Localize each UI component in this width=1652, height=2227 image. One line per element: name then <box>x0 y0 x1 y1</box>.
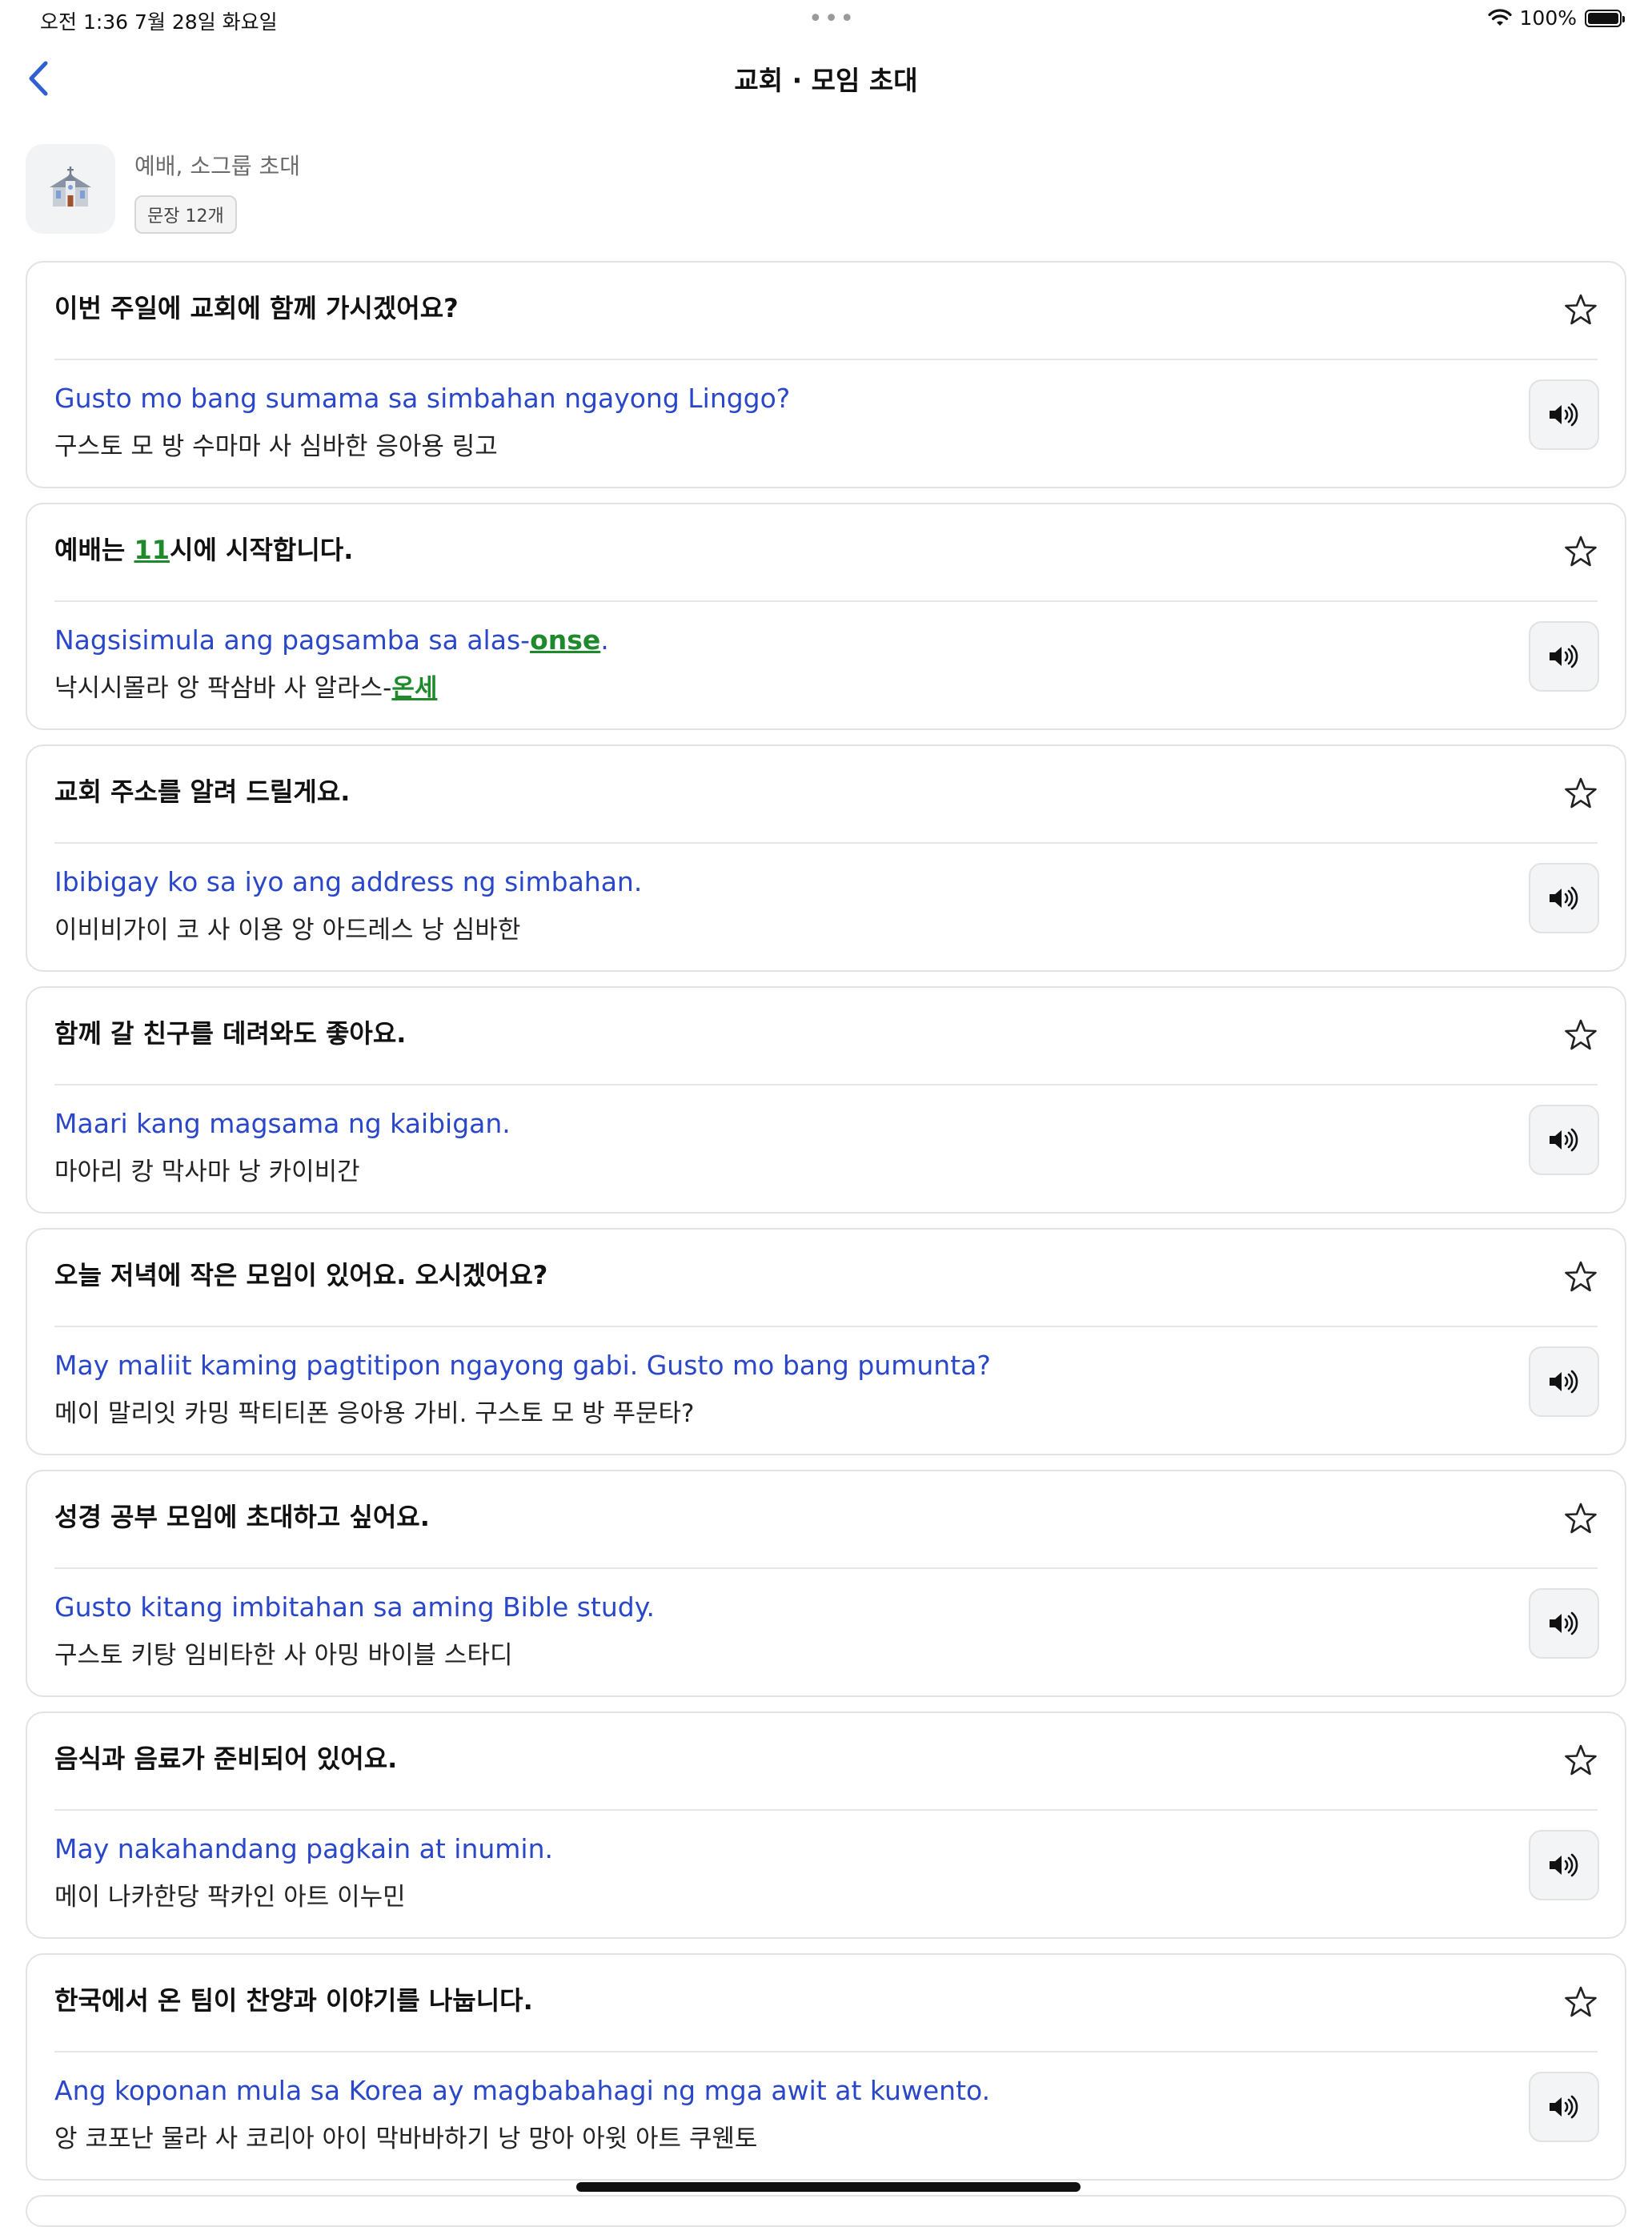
korean-text: 예배는 <box>54 535 134 565</box>
korean-sentence: 성경 공부 모임에 초대하고 싶어요. <box>54 1502 430 1532</box>
tagalog-sentence: Ibibigay ko sa iyo ang address ng simbah… <box>54 866 643 897</box>
highlighted-number: onse <box>530 624 601 656</box>
pronunciation-text: 마아리 캉 막사마 낭 카이비간 <box>54 1158 360 1186</box>
pronunciation-text: 이비비가이 코 사 이용 앙 아드레스 낭 심바한 <box>54 916 521 945</box>
phrase-card: 함께 갈 친구를 데려와도 좋아요. Maari kang magsama ng… <box>26 986 1626 1214</box>
phrase-card: 한국에서 온 팀이 찬양과 이야기를 나눕니다. Ang koponan mul… <box>26 1953 1626 2181</box>
favorite-star-button[interactable] <box>1564 1985 1598 2019</box>
pronunciation-part: 낙시시몰라 앙 팍삼바 사 알라스- <box>54 674 392 703</box>
tagalog-text: . <box>600 624 609 656</box>
star-icon <box>1565 1019 1597 1050</box>
phrase-card: 이번 주일에 교회에 함께 가시겠어요? Gusto mo bang sumam… <box>26 261 1626 488</box>
card-divider <box>54 1809 1598 1811</box>
card-divider <box>54 600 1598 602</box>
speaker-icon <box>1550 1611 1578 1635</box>
korean-sentence: 음식과 음료가 준비되어 있어요. <box>54 1743 398 1774</box>
speaker-icon <box>1550 644 1578 668</box>
page-title: 교회 · 모임 초대 <box>734 65 918 96</box>
favorite-star-button[interactable] <box>1564 776 1598 810</box>
play-audio-button[interactable] <box>1529 1105 1599 1175</box>
play-audio-button[interactable] <box>1529 379 1599 450</box>
korean-sentence: 한국에서 온 팀이 찬양과 이야기를 나눕니다. <box>54 1985 533 2016</box>
korean-sentence: 오늘 저녁에 작은 모임이 있어요. 오시겠어요? <box>54 1260 548 1290</box>
wifi-icon <box>1487 8 1512 26</box>
sentence-count-badge: 문장 12개 <box>134 195 237 234</box>
status-time-date: 오전 1:36 7월 28일 화요일 <box>40 10 278 34</box>
korean-sentence: 예배는 11시에 시작합니다. <box>54 530 353 567</box>
star-icon <box>1565 1503 1597 1534</box>
favorite-star-button[interactable] <box>1564 293 1598 327</box>
korean-sentence: 교회 주소를 알려 드릴게요. <box>54 776 351 807</box>
tagalog-sentence: Gusto kitang imbitahan sa aming Bible st… <box>54 1591 656 1623</box>
favorite-star-button[interactable] <box>1564 1260 1598 1294</box>
pronunciation-text: 메이 말리잇 카밍 팍티티폰 응아용 가비. 구스토 모 방 푸문타? <box>54 1399 695 1428</box>
speaker-icon <box>1550 886 1578 910</box>
phrase-card-partial <box>26 2195 1626 2227</box>
church-icon <box>26 144 115 234</box>
favorite-star-button[interactable] <box>1564 1502 1598 1535</box>
battery-percent: 100% <box>1519 6 1577 30</box>
card-divider <box>54 359 1598 360</box>
favorite-star-button[interactable] <box>1564 1743 1598 1777</box>
star-icon <box>1565 1744 1597 1776</box>
speaker-icon <box>1550 1128 1578 1152</box>
speaker-icon <box>1550 1370 1578 1394</box>
tagalog-sentence: Maari kang magsama ng kaibigan. <box>54 1108 511 1139</box>
phrase-card: 성경 공부 모임에 초대하고 싶어요. Gusto kitang imbitah… <box>26 1470 1626 1697</box>
status-indicators: 100% <box>1487 6 1625 30</box>
korean-sentence: 함께 갈 친구를 데려와도 좋아요. <box>54 1018 407 1049</box>
tagalog-sentence: May maliit kaming pagtitipon ngayong gab… <box>54 1350 991 1381</box>
pronunciation-text: 낙시시몰라 앙 팍삼바 사 알라스-온세 <box>54 668 437 704</box>
play-audio-button[interactable] <box>1529 621 1599 692</box>
card-divider <box>54 1084 1598 1085</box>
star-icon <box>1565 294 1597 325</box>
tagalog-sentence: May nakahandang pagkain at inumin. <box>54 1833 553 1864</box>
pronunciation-text: 메이 나카한당 팍카인 아트 이누민 <box>54 1883 406 1912</box>
home-indicator[interactable] <box>576 2182 1081 2192</box>
speaker-icon <box>1550 2095 1578 2119</box>
tagalog-text: Nagsisimula ang pagsamba sa alas- <box>54 624 531 656</box>
phrase-card: 오늘 저녁에 작은 모임이 있어요. 오시겠어요? May maliit kam… <box>26 1228 1626 1455</box>
multitasking-dots[interactable]: ••• <box>808 5 856 33</box>
phrase-card: 예배는 11시에 시작합니다. Nagsisimula ang pagsamba… <box>26 503 1626 730</box>
highlighted-number: 온세 <box>391 674 438 703</box>
pronunciation-text: 앙 코포난 물라 사 코리아 아이 막바바하기 낭 망아 아윗 아트 쿠웬토 <box>54 2125 758 2153</box>
favorite-star-button[interactable] <box>1564 1018 1598 1052</box>
category-description: 예배, 소그룹 초대 <box>134 153 301 179</box>
status-bar: 오전 1:36 7월 28일 화요일 ••• 100% <box>0 0 1652 38</box>
korean-text: 시에 시작합니다. <box>170 535 354 565</box>
play-audio-button[interactable] <box>1529 2072 1599 2142</box>
play-audio-button[interactable] <box>1529 863 1599 933</box>
card-divider <box>54 842 1598 844</box>
tagalog-sentence: Nagsisimula ang pagsamba sa alas-onse. <box>54 624 609 656</box>
phrase-card: 음식과 음료가 준비되어 있어요. May nakahandang pagkai… <box>26 1711 1626 1939</box>
speaker-icon <box>1550 403 1578 427</box>
star-icon <box>1565 536 1597 567</box>
card-divider <box>54 1326 1598 1327</box>
favorite-star-button[interactable] <box>1564 535 1598 568</box>
card-divider <box>54 1567 1598 1569</box>
tagalog-sentence: Ang koponan mula sa Korea ay magbabahagi… <box>54 2075 991 2106</box>
pronunciation-text: 구스토 키탕 임비타한 사 아밍 바이블 스타디 <box>54 1641 513 1670</box>
phrase-card: 교회 주소를 알려 드릴게요. Ibibigay ko sa iyo ang a… <box>26 744 1626 972</box>
tagalog-sentence: Gusto mo bang sumama sa simbahan ngayong… <box>54 383 791 414</box>
navigation-bar: 교회 · 모임 초대 <box>0 48 1652 109</box>
star-icon <box>1565 1986 1597 2017</box>
korean-sentence: 이번 주일에 교회에 함께 가시겠어요? <box>54 293 459 323</box>
highlighted-number: 11 <box>134 535 170 565</box>
play-audio-button[interactable] <box>1529 1346 1599 1417</box>
speaker-icon <box>1550 1853 1578 1877</box>
pronunciation-text: 구스토 모 방 수마마 사 심바한 응아용 링고 <box>54 432 498 461</box>
star-icon <box>1565 777 1597 809</box>
play-audio-button[interactable] <box>1529 1830 1599 1900</box>
card-divider <box>54 2051 1598 2052</box>
battery-icon <box>1585 9 1625 27</box>
play-audio-button[interactable] <box>1529 1588 1599 1659</box>
battery-fill <box>1588 12 1618 24</box>
star-icon <box>1565 1261 1597 1292</box>
